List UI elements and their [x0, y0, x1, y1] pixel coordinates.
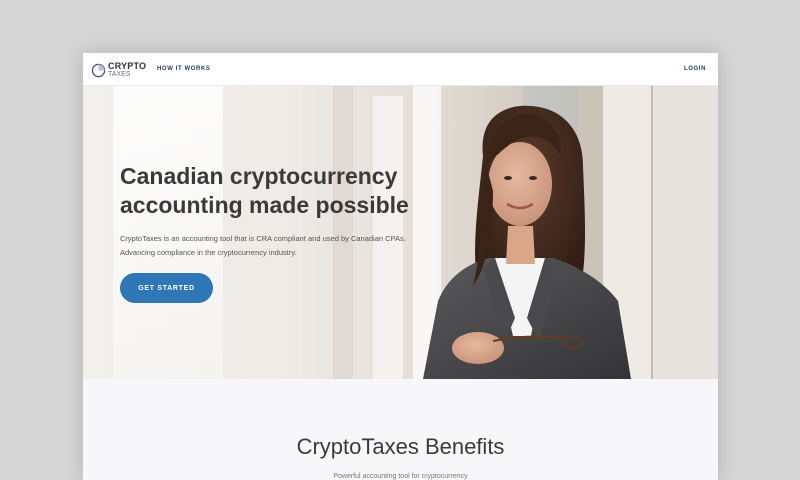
benefits-heading: CryptoTaxes Benefits: [296, 434, 505, 459]
browser-window: CRYPTO TAXES HOW IT WORKS LOGIN Canadian…: [83, 53, 718, 480]
benefits-section: CryptoTaxes Benefits Powerful accounting…: [83, 379, 718, 480]
logo-text-taxes: TAXES: [108, 71, 131, 78]
get-started-button[interactable]: GET STARTED: [120, 273, 213, 303]
nav-link-login[interactable]: LOGIN: [684, 66, 706, 72]
hero-heading: Canadian cryptocurrency accounting made …: [120, 163, 409, 218]
logo-text-crypto: CRYPTO: [108, 61, 147, 71]
hero-description: CryptoTaxes is an accounting tool that i…: [120, 234, 406, 257]
top-navigation-bar: CRYPTO TAXES HOW IT WORKS LOGIN: [83, 53, 718, 86]
logo-wordmark: CRYPTO TAXES: [108, 62, 146, 79]
hero-section: Canadian cryptocurrency accounting made …: [83, 86, 718, 379]
nav-link-how-it-works[interactable]: HOW IT WORKS: [157, 66, 211, 72]
pie-chart-logo-icon: [91, 63, 106, 78]
benefits-subtitle: Powerful accounting tool for cryptocurre…: [333, 473, 468, 480]
site-logo[interactable]: CRYPTO TAXES: [91, 62, 146, 79]
